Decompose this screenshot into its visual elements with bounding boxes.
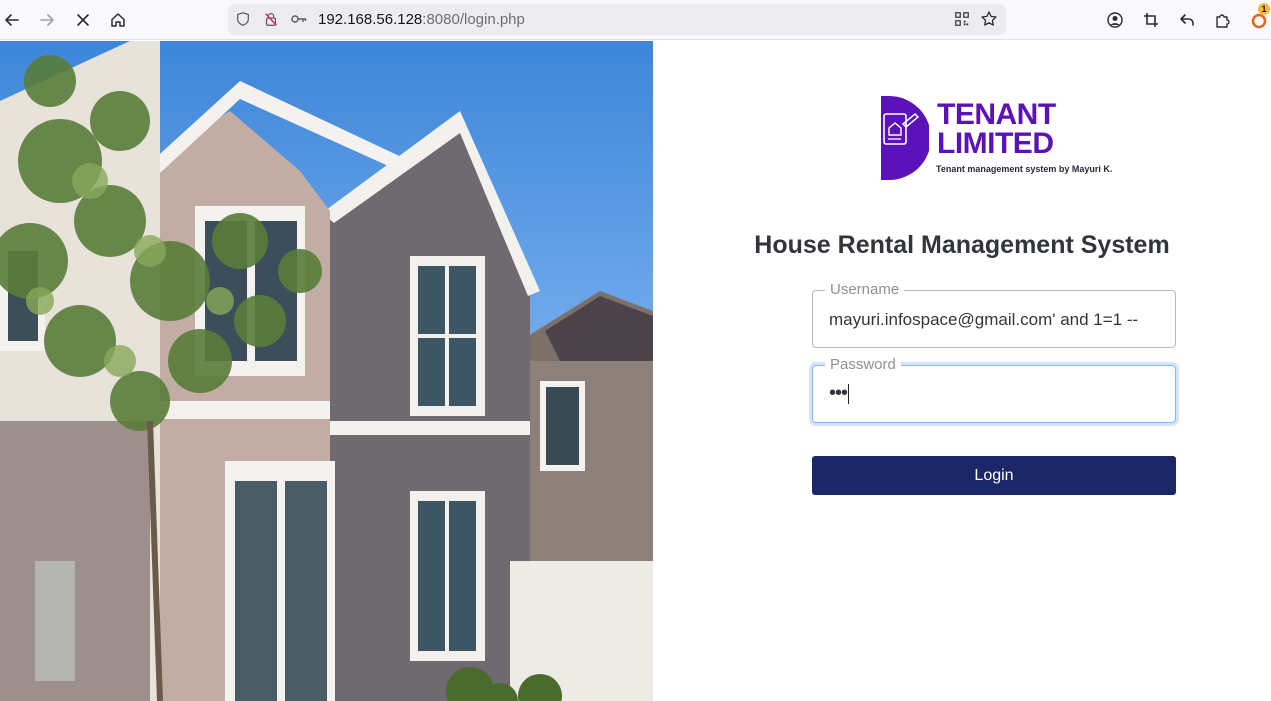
extensions-puzzle-icon[interactable] [1211, 8, 1235, 32]
url-text[interactable]: 192.168.56.128:8080/login.php [318, 11, 525, 28]
insecure-lock-icon[interactable] [262, 10, 280, 28]
text-cursor [848, 383, 850, 404]
document-house-icon [881, 96, 929, 180]
username-label: Username [825, 281, 905, 298]
home-icon[interactable] [106, 8, 130, 32]
logo-line2: LIMITED [937, 127, 1054, 160]
tenant-limited-logo: TENANT LIMITED Tenant management system … [879, 94, 1119, 184]
stop-loading-icon[interactable] [71, 8, 95, 32]
account-icon[interactable] [1103, 8, 1127, 32]
url-path: :8080/login.php [422, 11, 525, 28]
username-input[interactable]: mayuri.infospace@gmail.com' and 1=1 -- [829, 310, 1138, 330]
browser-toolbar: 192.168.56.128:8080/login.php 1 [0, 0, 1271, 40]
login-button[interactable]: Login [812, 456, 1176, 495]
house-photo [0, 41, 653, 701]
username-field[interactable]: Username mayuri.infospace@gmail.com' and… [812, 281, 1176, 348]
password-mask: ••• [829, 382, 848, 404]
password-field[interactable]: Password ••• [812, 356, 1176, 423]
crop-screenshot-icon[interactable] [1139, 8, 1163, 32]
address-bar[interactable]: 192.168.56.128:8080/login.php [228, 4, 1006, 35]
forward-arrow-icon[interactable] [35, 8, 59, 32]
undo-arrow-icon[interactable] [1175, 8, 1199, 32]
page-title: House Rental Management System [754, 231, 1170, 259]
extension-badge: 1 [1258, 3, 1270, 15]
login-panel: TENANT LIMITED Tenant management system … [653, 41, 1271, 701]
url-host: 192.168.56.128 [318, 11, 423, 28]
bookmark-star-icon[interactable] [980, 10, 998, 28]
qr-code-icon[interactable] [953, 10, 971, 28]
logo-tagline: Tenant management system by Mayuri K. [936, 164, 1113, 174]
shield-icon[interactable] [234, 10, 252, 28]
key-icon[interactable] [290, 10, 308, 28]
back-arrow-icon[interactable] [0, 8, 24, 32]
password-input[interactable]: ••• [829, 382, 850, 405]
password-label: Password [825, 356, 901, 373]
